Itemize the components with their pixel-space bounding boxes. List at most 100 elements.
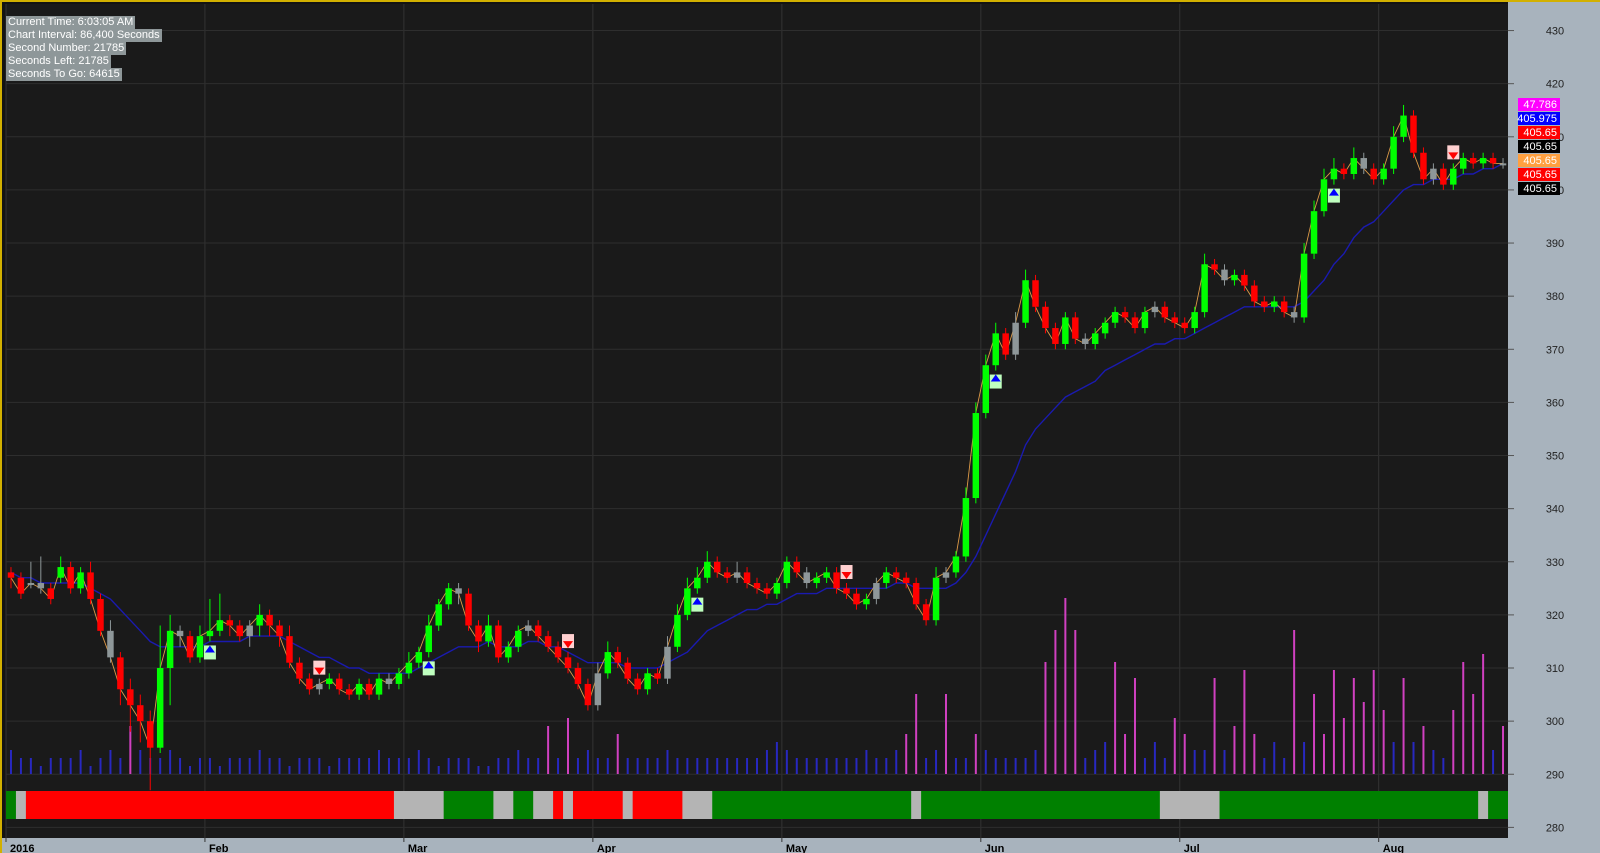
candle-body [355, 683, 363, 695]
candle-body [883, 572, 890, 584]
candle-body [335, 678, 343, 690]
candle-body [1251, 285, 1258, 302]
candle-body [644, 673, 651, 690]
trend-bar-segment [990, 791, 1002, 819]
trend-bar-segment [1328, 791, 1340, 819]
candle-body [524, 625, 532, 631]
trend-bar-segment [781, 791, 793, 819]
candle-body [425, 625, 432, 653]
candle-body [823, 572, 830, 578]
candle-body [803, 572, 810, 584]
candle-body [713, 561, 721, 573]
trend-bar-segment [771, 791, 783, 819]
y-tick-label: 340 [1546, 504, 1564, 516]
candle-body [445, 588, 452, 605]
trend-bar-segment [742, 791, 753, 819]
candle-body [1121, 312, 1129, 318]
candle-body [326, 678, 333, 684]
candle-body [664, 646, 671, 679]
candle-body [1161, 306, 1169, 318]
trend-bar-segment [45, 791, 57, 819]
candle-body [574, 668, 582, 684]
candle-body [67, 567, 74, 589]
trend-bar-segment [572, 791, 584, 819]
trend-bar-segment [155, 791, 166, 819]
candle-body [1350, 158, 1358, 174]
candle-body [962, 498, 970, 557]
candle-body [942, 572, 950, 578]
candle-body [1479, 158, 1487, 164]
candle-body [704, 561, 711, 578]
trend-bar-segment [294, 791, 306, 819]
trend-bar-segment [1488, 791, 1499, 819]
candle-body [266, 614, 273, 626]
candle-body [544, 636, 552, 647]
trend-bar-segment [65, 791, 77, 819]
candle-body [435, 604, 442, 626]
trend-bar-segment [423, 791, 435, 819]
price-chart: 2802903003103203303403503603703803904004… [2, 2, 1600, 853]
candle-body [634, 678, 641, 690]
candle-body [345, 689, 353, 695]
time-axis: 2016 Feb Mar Apr May Jun Jul Aug [2, 838, 1600, 853]
trend-bar-segment [523, 791, 534, 819]
candle-body [833, 572, 840, 589]
trend-bar-segment [1299, 791, 1310, 819]
candle-body [1042, 306, 1049, 329]
trend-bar-segment [443, 791, 455, 819]
price-label: 405.975 [1517, 113, 1557, 125]
candle-body [1111, 312, 1119, 323]
candle-body [1330, 168, 1338, 180]
candle-body [375, 678, 383, 695]
candle-body [1340, 168, 1348, 174]
trend-bar-segment [453, 791, 465, 819]
trend-bar-segment [1189, 791, 1201, 819]
candle-body [773, 583, 781, 594]
candle-body [604, 652, 612, 674]
candle-body [495, 625, 502, 658]
candle-body [1141, 312, 1149, 329]
trend-bar-segment [224, 791, 236, 819]
candle-body [405, 662, 413, 674]
trend-bar-segment [592, 791, 604, 819]
x-tick-label: Mar [408, 843, 428, 853]
trend-bar-segment [1000, 791, 1012, 819]
candle-body [1360, 158, 1368, 169]
candle-body [843, 588, 850, 594]
trend-bar-segment [1249, 791, 1260, 819]
trend-bar-segment [881, 791, 892, 819]
candle-body [117, 657, 124, 690]
candle-body [982, 365, 990, 414]
candle-body [614, 652, 621, 663]
candle-body [47, 588, 54, 599]
candle-body [1469, 158, 1477, 164]
candle-body [1410, 115, 1417, 153]
candle-body [873, 583, 880, 599]
candle-body [1499, 163, 1507, 166]
candle-body [1032, 280, 1039, 307]
candle-body [853, 593, 860, 605]
trend-bar-segment [175, 791, 186, 819]
candle-body [584, 683, 592, 706]
candle-body [206, 630, 214, 637]
trend-bar-segment [1149, 791, 1161, 819]
candle-body [594, 673, 602, 706]
candle-body [1280, 301, 1288, 313]
price-label: 47.786 [1523, 99, 1557, 111]
candle-body [1012, 322, 1019, 355]
trend-bar-segment [752, 791, 763, 819]
trend-bar-segment [85, 791, 97, 819]
candle-body [534, 625, 542, 637]
candle-body [1052, 328, 1059, 344]
trend-bar-segment [393, 791, 405, 819]
candle-body [475, 625, 482, 642]
candle-body [365, 683, 373, 695]
candle-body [276, 625, 283, 637]
candle-body [654, 673, 661, 679]
candle-body [743, 572, 751, 584]
candle-body [753, 583, 761, 589]
y-tick-label: 360 [1546, 397, 1564, 409]
trend-bar-segment [55, 791, 67, 819]
trend-bar-segment [1398, 791, 1410, 819]
trend-bar-segment [274, 791, 286, 819]
